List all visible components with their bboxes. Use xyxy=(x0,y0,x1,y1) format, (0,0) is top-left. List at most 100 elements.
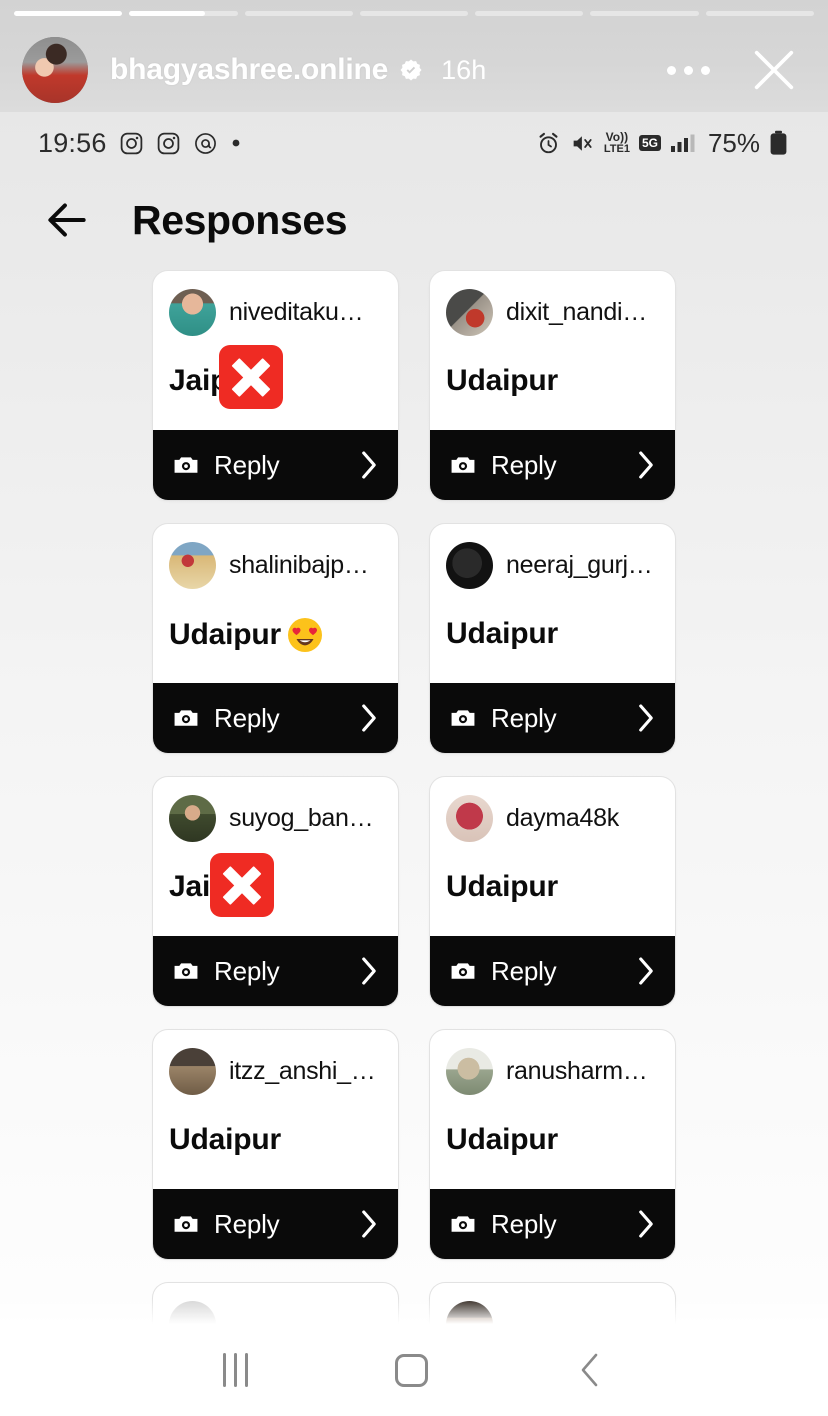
chevron-right-icon[interactable] xyxy=(359,703,379,733)
back-arrow-icon[interactable] xyxy=(42,195,92,245)
reply-label: Reply xyxy=(214,1208,280,1239)
avatar[interactable] xyxy=(446,289,493,336)
cross-mark-emoji xyxy=(210,853,274,917)
response-text: Jai xyxy=(169,870,382,904)
responses-grid: niveditaku… Jaip Reply dixit_nandi… Udai… xyxy=(0,266,828,1328)
page-header: Responses xyxy=(0,174,828,266)
reply-bar[interactable]: Reply xyxy=(430,1189,675,1259)
response-card[interactable]: dayma48k Udaipur Reply xyxy=(429,776,676,1007)
response-user[interactable]: dayma48k xyxy=(446,795,659,842)
home-icon[interactable] xyxy=(394,1353,428,1387)
response-user[interactable]: itzz_anshi_… xyxy=(169,1048,382,1095)
story-progress-segment[interactable] xyxy=(705,11,814,16)
avatar[interactable] xyxy=(169,289,216,336)
reply-bar[interactable]: Reply xyxy=(153,430,398,500)
story-header: bhagyashree.online 16h xyxy=(0,0,828,112)
chevron-right-icon[interactable] xyxy=(636,450,656,480)
recents-icon[interactable] xyxy=(223,1353,249,1387)
chevron-right-icon[interactable] xyxy=(359,450,379,480)
signal-icon xyxy=(670,134,695,152)
response-username: itzz_anshi_… xyxy=(229,1057,376,1085)
response-text-value: Udaipur xyxy=(169,1123,281,1156)
nav-fade xyxy=(0,1298,828,1324)
reply-bar[interactable]: Reply xyxy=(153,1189,398,1259)
reply-bar[interactable]: Reply xyxy=(430,683,675,753)
response-user[interactable]: ranusharm… xyxy=(446,1048,659,1095)
story-progress-segment[interactable] xyxy=(129,11,238,16)
response-card[interactable]: itzz_anshi_… Udaipur Reply xyxy=(152,1029,399,1260)
chevron-right-icon[interactable] xyxy=(359,1209,379,1239)
response-user[interactable]: niveditaku… xyxy=(169,289,382,336)
story-author-bar: bhagyashree.online 16h xyxy=(0,34,828,106)
chevron-right-icon[interactable] xyxy=(636,956,656,986)
response-username: dixit_nandi… xyxy=(506,298,647,326)
status-clock: 19:56 xyxy=(38,127,107,158)
cross-mark-emoji xyxy=(219,345,283,409)
avatar[interactable] xyxy=(446,542,493,589)
chevron-right-icon[interactable] xyxy=(636,1209,656,1239)
response-text: Udaipur xyxy=(446,364,659,398)
shared-screenshot: 19:56 Vo)) LTE1 5G 75% Responses nivedit… xyxy=(0,112,828,1416)
response-text: Udaipur xyxy=(446,617,659,651)
response-text-value: Udaipur xyxy=(446,870,558,903)
response-user[interactable]: suyog_ban… xyxy=(169,795,382,842)
response-card[interactable]: shalinibajp… Udaipur Reply xyxy=(152,523,399,754)
avatar[interactable] xyxy=(169,542,216,589)
chevron-right-icon[interactable] xyxy=(359,956,379,986)
response-username: dayma48k xyxy=(506,804,619,832)
response-text-value: Udaipur xyxy=(446,617,558,650)
response-user[interactable]: neeraj_gurj… xyxy=(446,542,659,589)
avatar[interactable] xyxy=(169,795,216,842)
response-user[interactable]: dixit_nandi… xyxy=(446,289,659,336)
camera-icon xyxy=(451,1216,475,1232)
response-username: ranusharm… xyxy=(506,1057,648,1085)
reply-bar[interactable]: Reply xyxy=(430,430,675,500)
response-text-value: Udaipur xyxy=(169,618,281,651)
story-account-name[interactable]: bhagyashree.online xyxy=(110,53,388,87)
more-options-icon[interactable] xyxy=(667,65,710,75)
response-text: Udaipur xyxy=(446,1123,659,1157)
reply-label: Reply xyxy=(491,1208,557,1239)
alarm-icon xyxy=(539,132,558,153)
avatar[interactable] xyxy=(169,1048,216,1095)
response-card[interactable]: neeraj_gurj… Udaipur Reply xyxy=(429,523,676,754)
story-progress-segment[interactable] xyxy=(359,11,469,16)
instagram-story-screen: bhagyashree.online 16h 19:56 Vo)) LTE1 5… xyxy=(0,0,828,1416)
avatar[interactable] xyxy=(446,795,493,842)
response-username: suyog_ban… xyxy=(229,804,374,832)
android-nav-bar xyxy=(0,1324,828,1416)
response-card[interactable]: ranusharm… Udaipur Reply xyxy=(429,1029,676,1260)
response-card-body: dayma48k Udaipur xyxy=(430,777,675,936)
reply-label: Reply xyxy=(214,955,280,986)
response-card-body: neeraj_gurj… Udaipur xyxy=(430,524,675,683)
reply-bar[interactable]: Reply xyxy=(430,936,675,1006)
nav-back-icon[interactable] xyxy=(575,1352,605,1388)
chevron-right-icon[interactable] xyxy=(636,703,656,733)
dot-icon xyxy=(232,139,239,147)
camera-icon xyxy=(451,710,475,726)
avatar[interactable] xyxy=(446,1048,493,1095)
response-user[interactable]: shalinibajp… xyxy=(169,542,382,589)
reply-bar[interactable]: Reply xyxy=(153,936,398,1006)
battery-icon xyxy=(770,130,787,155)
response-card[interactable]: niveditaku… Jaip Reply xyxy=(152,270,399,501)
story-progress-segment[interactable] xyxy=(14,11,123,16)
story-progress-bars xyxy=(14,11,814,16)
response-text: Udaipur xyxy=(169,1123,382,1157)
story-avatar[interactable] xyxy=(22,37,88,103)
response-card[interactable]: suyog_ban… Jai Reply xyxy=(152,776,399,1007)
response-username: neeraj_gurj… xyxy=(506,551,653,579)
reply-bar[interactable]: Reply xyxy=(153,683,398,753)
reply-label: Reply xyxy=(214,449,280,480)
response-card[interactable]: dixit_nandi… Udaipur Reply xyxy=(429,270,676,501)
story-progress-segment[interactable] xyxy=(244,11,353,16)
camera-icon xyxy=(451,963,475,979)
story-timestamp: 16h xyxy=(441,54,487,85)
story-progress-segment[interactable] xyxy=(590,11,699,16)
close-icon[interactable] xyxy=(748,44,800,96)
heart-eyes-emoji xyxy=(287,618,322,652)
response-card-body: suyog_ban… Jai xyxy=(153,777,398,936)
camera-icon xyxy=(174,710,198,726)
instagram-icon xyxy=(157,132,179,154)
story-progress-segment[interactable] xyxy=(475,11,584,16)
